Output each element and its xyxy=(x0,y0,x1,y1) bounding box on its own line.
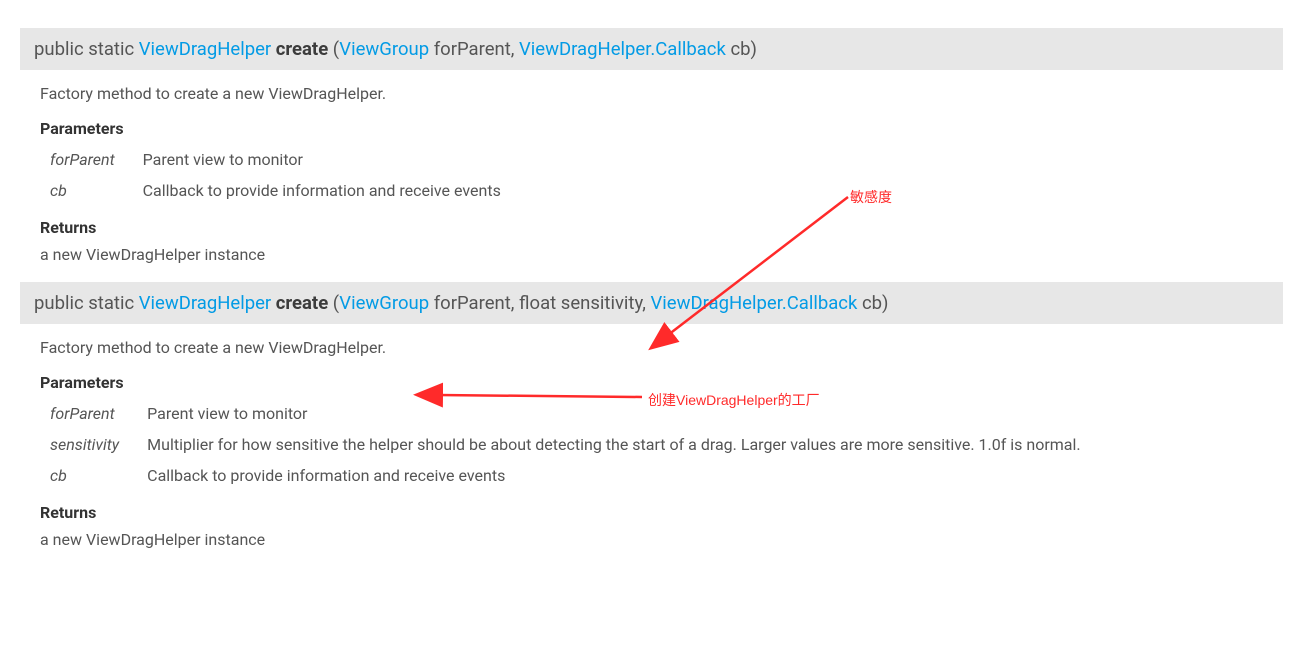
returns-header: Returns xyxy=(40,218,1303,237)
close-paren: ) xyxy=(882,292,888,314)
table-row: forParent Parent view to monitor xyxy=(50,144,511,175)
modifiers: public static xyxy=(34,38,139,60)
param-desc-cell: Callback to provide information and rece… xyxy=(143,175,511,206)
parameters-header: Parameters xyxy=(40,119,1303,138)
parameters-table: forParent Parent view to monitor sensiti… xyxy=(50,398,1091,491)
param-name: cb xyxy=(857,292,882,314)
param-type-link[interactable]: ViewDragHelper.Callback xyxy=(651,292,858,314)
return-type-link[interactable]: ViewDragHelper xyxy=(139,38,271,60)
param-name-cell: cb xyxy=(50,460,147,491)
method-block-2: public static ViewDragHelper create (Vie… xyxy=(0,282,1303,549)
close-paren: ) xyxy=(751,38,757,60)
param-type-plain: float xyxy=(519,292,556,314)
table-row: sensitivity Multiplier for how sensitive… xyxy=(50,429,1091,460)
returns-text: a new ViewDragHelper instance xyxy=(40,530,1303,549)
param-name: forParent, xyxy=(429,292,519,314)
param-desc-cell: Multiplier for how sensitive the helper … xyxy=(147,429,1090,460)
parameters-table: forParent Parent view to monitor cb Call… xyxy=(50,144,511,206)
annotation-label: 创建ViewDragHelper的工厂 xyxy=(648,390,820,410)
returns-header: Returns xyxy=(40,503,1303,522)
method-description: Factory method to create a new ViewDragH… xyxy=(40,338,1303,357)
param-name-cell: sensitivity xyxy=(50,429,147,460)
param-type-link[interactable]: ViewGroup xyxy=(339,38,429,60)
table-row: cb Callback to provide information and r… xyxy=(50,175,511,206)
param-name: forParent, xyxy=(429,38,519,60)
param-desc-cell: Callback to provide information and rece… xyxy=(147,460,1090,491)
table-row: forParent Parent view to monitor xyxy=(50,398,1091,429)
param-name-cell: forParent xyxy=(50,398,147,429)
param-name: cb xyxy=(726,38,751,60)
returns-text: a new ViewDragHelper instance xyxy=(40,245,1303,264)
param-name: sensitivity, xyxy=(556,292,650,314)
return-type-link[interactable]: ViewDragHelper xyxy=(139,292,271,314)
method-signature: public static ViewDragHelper create (Vie… xyxy=(20,28,1283,70)
modifiers: public static xyxy=(34,292,139,314)
param-name-cell: cb xyxy=(50,175,143,206)
param-desc-cell: Parent view to monitor xyxy=(143,144,511,175)
annotation-label: 敏感度 xyxy=(850,187,892,207)
method-description: Factory method to create a new ViewDragH… xyxy=(40,84,1303,103)
method-name: create xyxy=(276,292,328,314)
param-desc-cell: Parent view to monitor xyxy=(147,398,1090,429)
param-type-link[interactable]: ViewGroup xyxy=(339,292,429,314)
table-row: cb Callback to provide information and r… xyxy=(50,460,1091,491)
method-name: create xyxy=(276,38,328,60)
method-signature: public static ViewDragHelper create (Vie… xyxy=(20,282,1283,324)
param-name-cell: forParent xyxy=(50,144,143,175)
method-block-1: public static ViewDragHelper create (Vie… xyxy=(0,28,1303,264)
param-type-link[interactable]: ViewDragHelper.Callback xyxy=(519,38,726,60)
